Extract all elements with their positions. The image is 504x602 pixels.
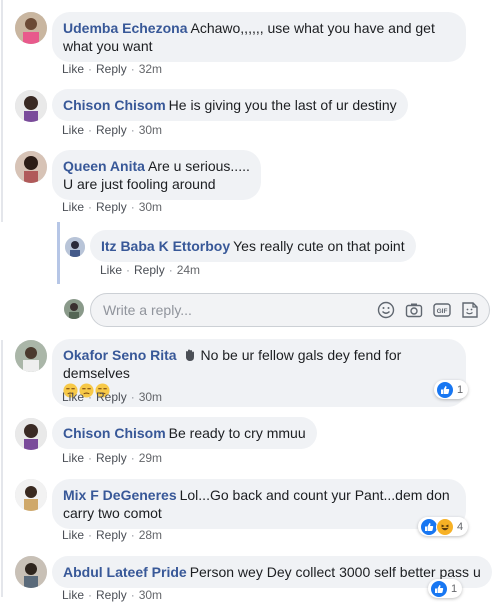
comment-actions: Like · Reply · 24m <box>100 263 201 277</box>
reaction-summary[interactable]: 4 <box>418 517 469 536</box>
commenter-name[interactable]: Queen Anita <box>63 158 145 174</box>
timestamp[interactable]: 28m <box>139 528 162 542</box>
reaction-count: 4 <box>457 520 464 533</box>
reaction-count: 1 <box>457 383 464 396</box>
reply-link[interactable]: Reply <box>96 390 127 404</box>
like-link[interactable]: Like <box>62 588 84 602</box>
commenter-name[interactable]: Chison Chisom <box>63 97 166 113</box>
like-reaction-icon <box>436 380 454 399</box>
commenter-name[interactable]: Itz Baba K Ettorboy <box>101 238 230 254</box>
comment-bubble: Chison Chisom He is giving you the last o… <box>52 89 408 121</box>
reply-link[interactable]: Reply <box>96 451 127 465</box>
comment-actions: Like · Reply · 28m <box>62 528 163 542</box>
avatar[interactable] <box>15 340 47 372</box>
timestamp[interactable]: 30m <box>139 123 162 137</box>
reaction-summary[interactable]: 1 <box>428 579 463 598</box>
avatar[interactable] <box>15 90 47 122</box>
commenter-name[interactable]: Chison Chisom <box>63 425 166 441</box>
reply-link[interactable]: Reply <box>96 528 127 542</box>
commenter-name[interactable]: Okafor Seno Rita <box>63 347 177 363</box>
comment-actions: Like · Reply · 30m <box>62 390 163 404</box>
comment-text: He is giving you the last of ur destiny <box>168 97 397 113</box>
like-reaction-icon <box>430 579 448 598</box>
commenter-name[interactable]: Mix F DeGeneres <box>63 487 177 503</box>
reaction-summary[interactable]: 1 <box>434 380 469 399</box>
like-link[interactable]: Like <box>62 62 84 76</box>
like-link[interactable]: Like <box>62 390 84 404</box>
avatar[interactable] <box>15 151 47 183</box>
like-link[interactable]: Like <box>100 263 122 277</box>
haha-reaction-icon <box>436 517 454 536</box>
avatar[interactable] <box>15 418 47 450</box>
like-link[interactable]: Like <box>62 200 84 214</box>
comment-text: Be ready to cry mmuu <box>168 425 306 441</box>
timestamp[interactable]: 30m <box>139 390 162 404</box>
current-user-avatar[interactable] <box>64 299 84 319</box>
sticker-icon[interactable] <box>461 301 479 319</box>
reply-link[interactable]: Reply <box>96 123 127 137</box>
avatar[interactable] <box>65 237 85 257</box>
reply-link[interactable]: Reply <box>96 588 127 602</box>
timestamp[interactable]: 24m <box>177 263 200 277</box>
commenter-name[interactable]: Udemba Echezona <box>63 20 187 36</box>
comment-bubble: Queen Anita Are u serious..... U are just… <box>52 150 261 200</box>
avatar[interactable] <box>15 556 47 588</box>
reply-link[interactable]: Reply <box>134 263 165 277</box>
timestamp[interactable]: 30m <box>139 200 162 214</box>
comment-actions: Like · Reply · 30m <box>62 200 163 214</box>
comment-text: Yes really cute on that point <box>233 238 405 254</box>
comment-actions: Like · Reply · 30m <box>62 123 163 137</box>
like-link[interactable]: Like <box>62 528 84 542</box>
comment-actions: Like · Reply · 30m <box>62 588 163 602</box>
commenter-name[interactable]: Abdul Lateef Pride <box>63 564 187 580</box>
timestamp[interactable]: 29m <box>139 451 162 465</box>
emoji-icon[interactable] <box>377 301 395 319</box>
like-link[interactable]: Like <box>62 123 84 137</box>
timestamp[interactable]: 32m <box>139 62 162 76</box>
comment-thread: Udemba Echezona Achawo,,,,,, use what you… <box>0 0 504 602</box>
avatar[interactable] <box>15 12 47 44</box>
svg-text:GIF: GIF <box>437 308 448 315</box>
reply-indent-bar <box>57 222 60 284</box>
comment-text-line-2: U are just fooling around <box>63 176 216 192</box>
gif-icon[interactable]: GIF <box>433 301 451 319</box>
comment-bubble: Udemba Echezona Achawo,,,,,, use what you… <box>52 12 466 62</box>
reply-box: GIF <box>90 293 490 327</box>
raised-hand-icon <box>186 349 195 361</box>
comment-actions: Like · Reply · 32m <box>62 62 163 76</box>
camera-icon[interactable] <box>405 301 423 319</box>
comment-actions: Like · Reply · 29m <box>62 451 163 465</box>
thread-line <box>1 0 3 222</box>
reply-link[interactable]: Reply <box>96 62 127 76</box>
avatar[interactable] <box>15 479 47 511</box>
comment-bubble: Abdul Lateef Pride Person wey Dey collect… <box>52 556 492 588</box>
comment-text: Person wey Dey collect 3000 self better … <box>189 564 481 580</box>
comment-bubble: Mix F DeGeneres Lol...Go back and count y… <box>52 479 466 529</box>
comment-text: Are u serious..... <box>147 158 250 174</box>
thread-line <box>1 340 3 597</box>
comment-bubble: Chison Chisom Be ready to cry mmuu <box>52 417 317 449</box>
comment-bubble: Itz Baba K Ettorboy Yes really cute on th… <box>90 230 416 262</box>
reaction-count: 1 <box>451 582 458 595</box>
reply-link[interactable]: Reply <box>96 200 127 214</box>
reply-input[interactable] <box>101 301 355 319</box>
timestamp[interactable]: 30m <box>139 588 162 602</box>
like-link[interactable]: Like <box>62 451 84 465</box>
